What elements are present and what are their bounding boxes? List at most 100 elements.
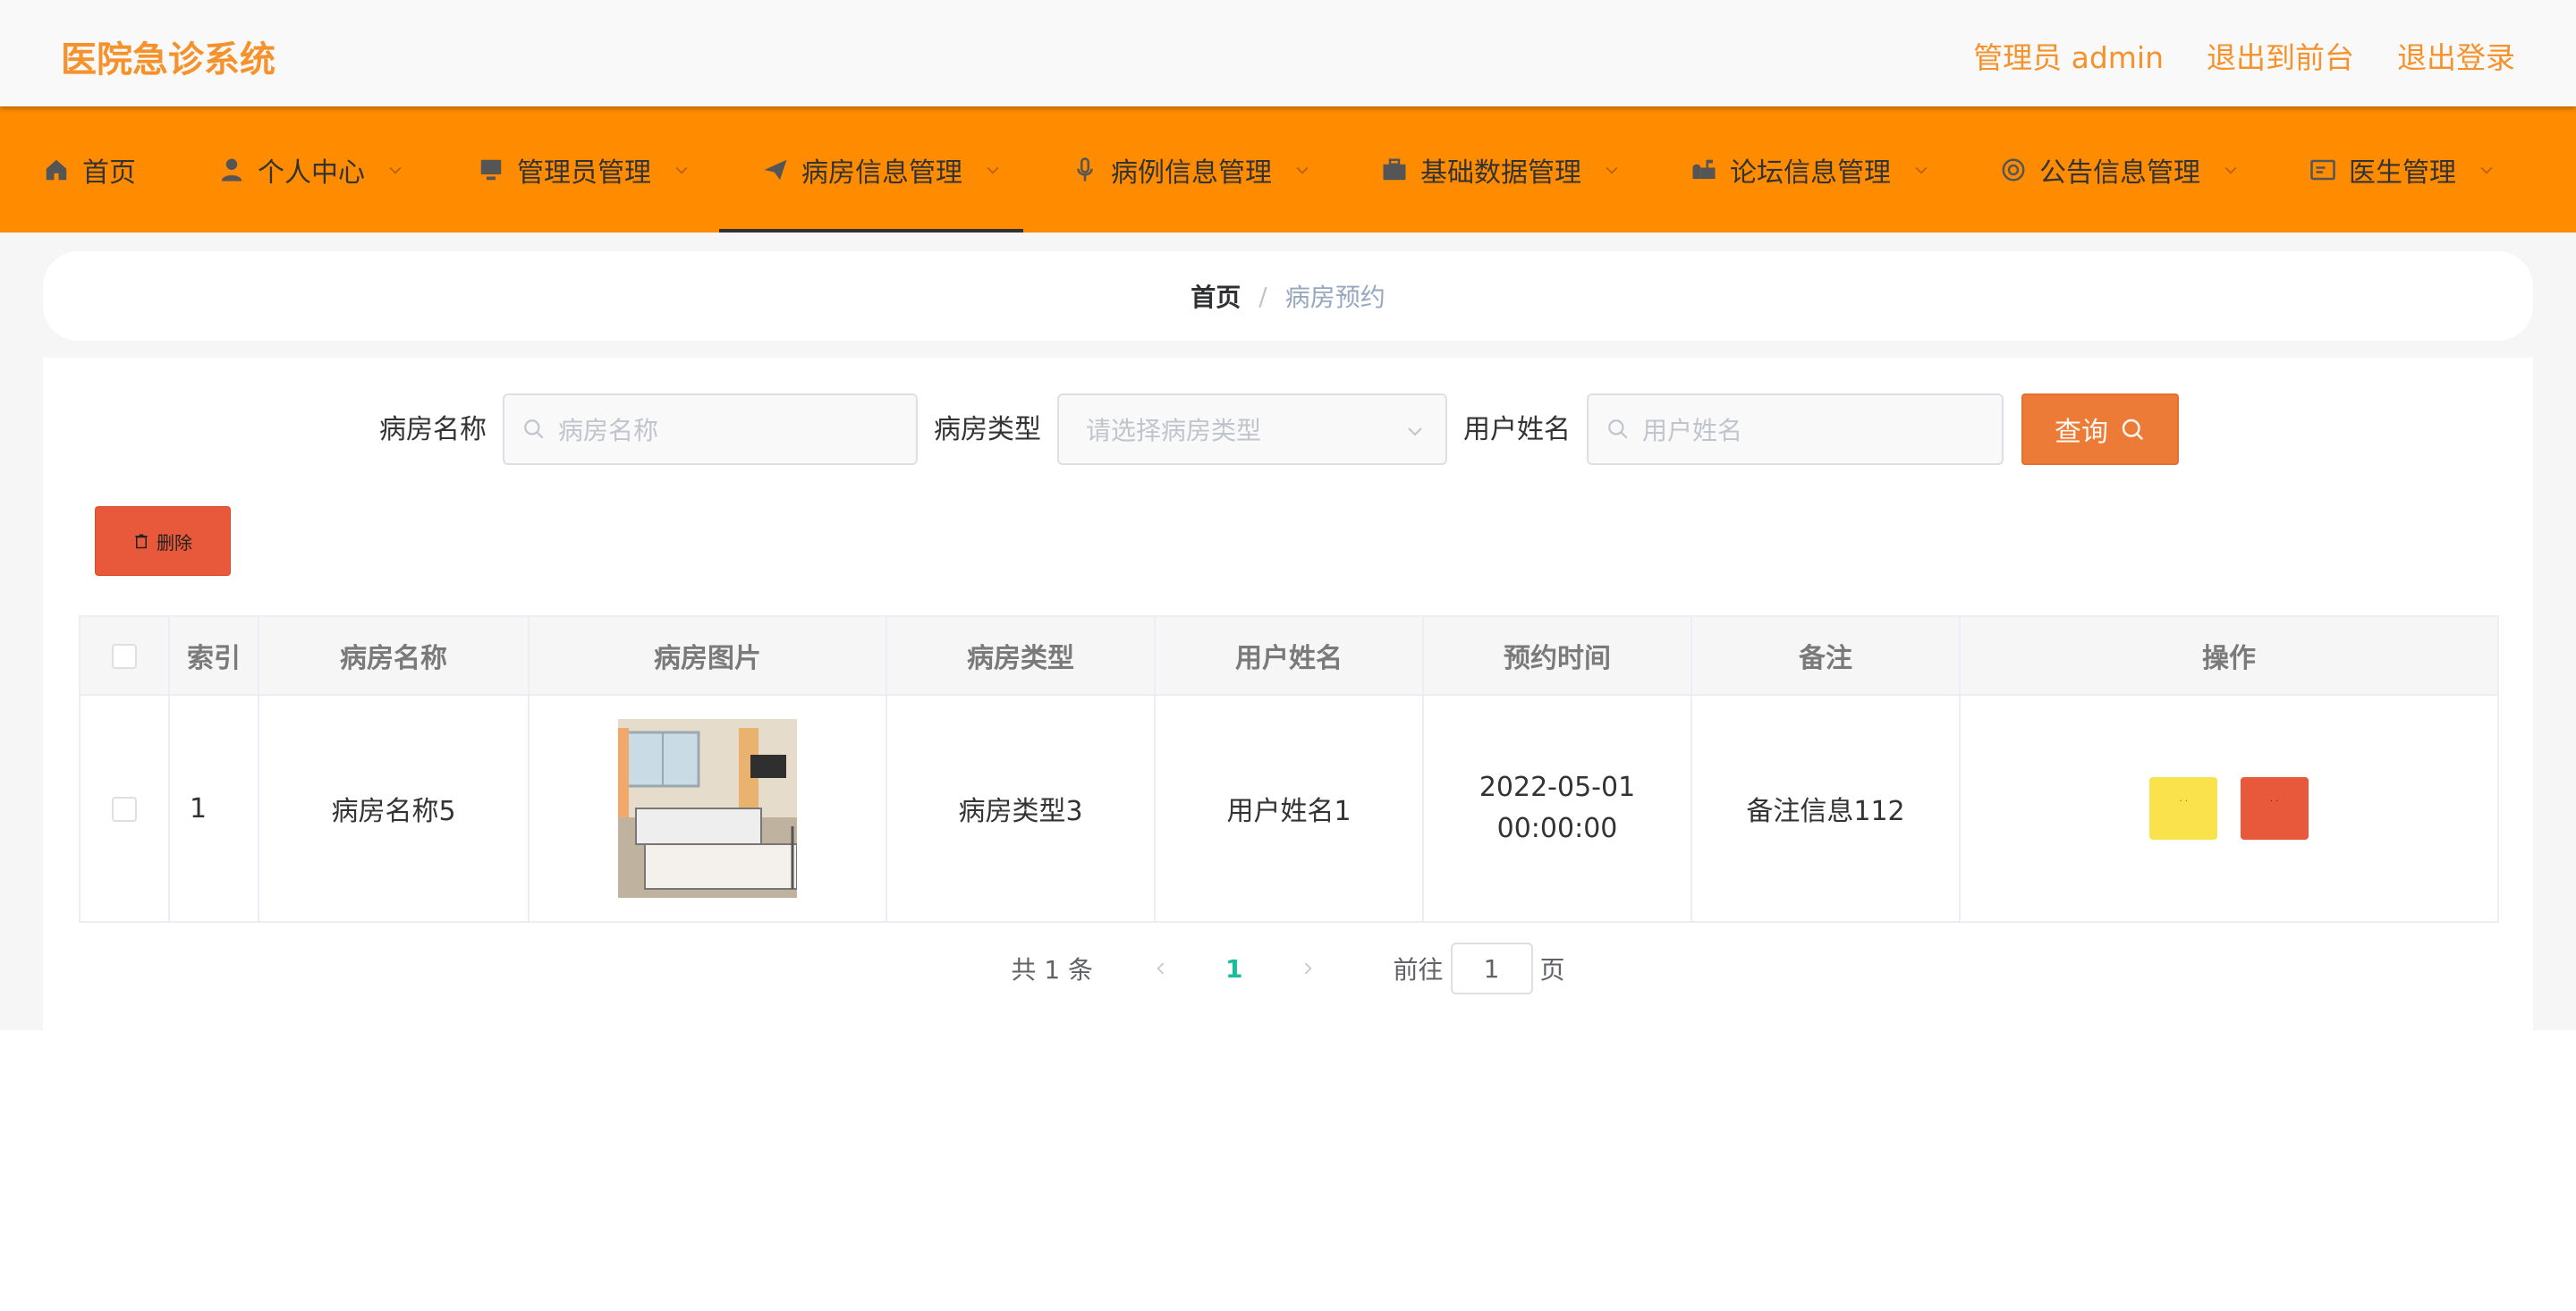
site-title: 医院急诊系统 [61,39,275,80]
table-header-row: 索引 病房名称 病房图片 病房类型 用户姓名 预约时间 备注 操作 [79,615,2499,696]
row-actions: · · · · [1959,694,2499,923]
row-ward-image-cell [528,694,887,923]
chevron-down-icon [1603,161,1621,179]
nav-item-ward-management[interactable]: 病房信息管理 [719,106,1023,233]
top-links: 管理员 admin 退出到前台 退出登录 [1973,34,2515,77]
chevron-down-icon [1293,161,1311,179]
row-select-cell [79,694,170,923]
breadcrumb-separator: / [1258,281,1267,311]
nav-label-admin-management: 管理员管理 [517,156,651,189]
nav-label-announcements: 公告信息管理 [2039,156,2200,189]
edit-button[interactable]: · · [2149,777,2218,840]
nav-item-case-management[interactable]: 病例信息管理 [1072,106,1311,233]
query-button-label: 查询 [2055,417,2108,448]
column-header-user-name: 用户姓名 [1154,615,1424,696]
breadcrumb: 首页 / 病房预约 [43,251,2533,341]
ward-name-input[interactable]: 病房名称 [503,393,918,465]
nav-label-basic-data: 基础数据管理 [1420,156,1581,189]
page-number[interactable]: 1 [1225,954,1242,984]
row-user-name: 用户姓名1 [1154,694,1424,923]
row-ward-type: 病房类型3 [886,694,1156,923]
select-all-cell [79,615,170,696]
goto-page-input[interactable]: 1 [1450,943,1533,994]
user-name-input[interactable]: 用户姓名 [1587,393,2004,465]
exit-to-frontend-link[interactable]: 退出到前台 [2207,34,2354,77]
chevron-right-icon [1304,962,1312,975]
monitor-icon [478,156,504,183]
user-name-placeholder: 用户姓名 [1642,416,1743,445]
ward-type-label: 病房类型 [934,414,1041,445]
mailbox-icon [1690,156,1717,183]
ward-name-placeholder: 病房名称 [558,416,659,445]
batch-delete-label: 删除 [157,531,192,554]
delete-button-label: · · [2269,797,2279,807]
chevron-down-icon [984,161,1002,179]
ward-photo[interactable] [618,719,797,898]
column-header-note: 备注 [1690,615,1961,696]
logout-link[interactable]: 退出登录 [2397,34,2515,77]
goto-label: 前往 [1393,955,1444,985]
breadcrumb-current: 病房预约 [1284,283,1385,312]
nav-label-ward-management: 病房信息管理 [801,156,962,189]
nav-item-forum[interactable]: 论坛信息管理 [1690,106,1930,233]
ward-name-label: 病房名称 [379,414,487,445]
search-icon [1606,418,1630,441]
admin-user-link[interactable]: 管理员 admin [1973,34,2164,77]
column-header-ward-name: 病房名称 [258,615,530,696]
search-icon [2119,416,2146,443]
column-header-ward-image: 病房图片 [528,615,887,696]
pagination-total: 共 1 条 [1011,955,1094,985]
nav-item-home[interactable]: 首页 [43,106,136,233]
table-row: 1 病房名称5 病房类型3 用户姓名1 2022-05-01 00:00:00 … [79,694,2499,923]
edit-button-label: · · [2179,797,2188,807]
chevron-down-icon [386,161,404,179]
nav-label-forum: 论坛信息管理 [1730,156,1891,189]
chevron-left-icon [1157,962,1165,975]
ward-type-placeholder: 请选择病房类型 [1086,416,1262,445]
top-header: 医院急诊系统 管理员 admin 退出到前台 退出登录 [0,0,2576,106]
column-header-index: 索引 [168,615,259,696]
breadcrumb-home[interactable]: 首页 [1191,278,1241,314]
chevron-down-icon [673,161,691,179]
home-icon [43,156,70,183]
microphone-icon [1072,156,1098,183]
row-checkbox[interactable] [112,797,137,822]
prev-page-button[interactable] [1143,951,1179,986]
nav-item-doctor-management[interactable]: 医生管理 [2309,106,2496,233]
row-index: 1 [168,694,259,923]
column-header-ward-type: 病房类型 [886,615,1156,696]
nav-item-admin-management[interactable]: 管理员管理 [478,106,691,233]
paper-plane-icon [762,156,789,183]
column-header-actions: 操作 [1959,615,2499,696]
user-name-label: 用户姓名 [1463,414,1571,445]
page-suffix: 页 [1539,955,1565,985]
column-header-reservation-time: 预约时间 [1422,615,1692,696]
chevron-down-icon [1912,161,1930,179]
select-all-checkbox[interactable] [112,644,137,669]
search-form: 病房名称 病房名称 病房类型 请选择病房类型 用户姓名 用户姓名 查询 [43,393,2533,467]
next-page-button[interactable] [1290,951,1326,986]
trash-icon [133,533,149,549]
delete-button[interactable]: · · [2240,777,2309,840]
target-icon [2000,156,2027,183]
pagination: 共 1 条 1 前往 1 页 [43,943,2533,994]
search-icon [522,418,546,441]
reservation-table: 索引 病房名称 病房图片 病房类型 用户姓名 预约时间 备注 操作 1 病房名称… [79,615,2499,923]
ward-type-select[interactable]: 请选择病房类型 [1057,393,1447,465]
row-reservation-time: 2022-05-01 00:00:00 [1422,694,1692,923]
nav-item-announcements[interactable]: 公告信息管理 [2000,106,2240,233]
chevron-down-icon [2222,161,2240,179]
nav-label-doctor-management: 医生管理 [2349,156,2456,189]
id-card-icon [2309,156,2336,183]
chevron-down-icon [1404,420,1426,442]
nav-label-case-management: 病例信息管理 [1111,156,1272,189]
row-note: 备注信息112 [1690,694,1961,923]
batch-delete-button[interactable]: 删除 [95,506,231,576]
chevron-down-icon [2478,161,2496,179]
query-button[interactable]: 查询 [2021,393,2179,465]
user-icon [218,156,245,183]
nav-label-home: 首页 [82,156,136,189]
nav-item-personal-center[interactable]: 个人中心 [218,106,404,233]
main-nav: 首页 个人中心 管理员管理 病房信息管理 病例信息管理 基础数据管理 论坛信息管… [0,106,2576,233]
nav-item-basic-data[interactable]: 基础数据管理 [1381,106,1621,233]
